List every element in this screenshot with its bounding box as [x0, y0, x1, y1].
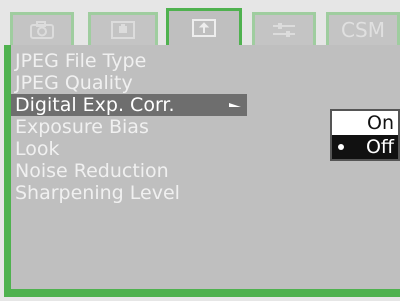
menu-item-label: Digital Exp. Corr. [15, 94, 175, 116]
menu-item-noise-reduction[interactable]: Noise Reduction [11, 160, 271, 182]
menu-item-exposure-bias[interactable]: Exposure Bias [11, 116, 271, 138]
tab-camera[interactable] [10, 12, 74, 45]
camera-settings-icon [111, 21, 135, 39]
selected-bullet-icon [338, 144, 344, 150]
camera-menu-screen: CSM JPEG File Type JPEG Quality Digital … [0, 0, 400, 301]
menu-item-label: Look [15, 138, 60, 160]
submenu-option-off[interactable]: Off [332, 135, 398, 159]
tab-setup[interactable] [252, 12, 316, 45]
camera-icon [30, 21, 54, 39]
menu-item-label: Noise Reduction [15, 160, 169, 182]
menu-item-label: JPEG Quality [15, 72, 133, 94]
custom-shooting-icon [192, 19, 216, 37]
tab-custom-shooting[interactable] [166, 8, 242, 45]
sliders-icon [273, 23, 295, 37]
submenu-arrow-icon [229, 103, 241, 107]
tab-camera-settings[interactable] [88, 12, 158, 45]
menu-item-label: Exposure Bias [15, 116, 149, 138]
menu-item-look[interactable]: Look [11, 138, 271, 160]
menu-item-digital-exp-corr[interactable]: Digital Exp. Corr. [11, 94, 247, 116]
menu-tabs: CSM [0, 0, 400, 45]
submenu-option-label: On [367, 112, 394, 134]
menu-item-jpeg-quality[interactable]: JPEG Quality [11, 72, 271, 94]
tab-csm[interactable]: CSM [326, 12, 400, 45]
menu-item-label: Sharpening Level [15, 182, 180, 204]
menu-item-sharpening-level[interactable]: Sharpening Level [11, 182, 271, 204]
tab-csm-label: CSM [341, 18, 385, 42]
menu-item-jpeg-file-type[interactable]: JPEG File Type [11, 50, 271, 72]
submenu-option-on[interactable]: On [332, 111, 398, 135]
menu-item-label: JPEG File Type [15, 50, 147, 72]
menu-list: JPEG File Type JPEG Quality Digital Exp.… [11, 50, 271, 204]
submenu-option-label: Off [365, 136, 394, 158]
submenu-popup: On Off [330, 109, 400, 161]
